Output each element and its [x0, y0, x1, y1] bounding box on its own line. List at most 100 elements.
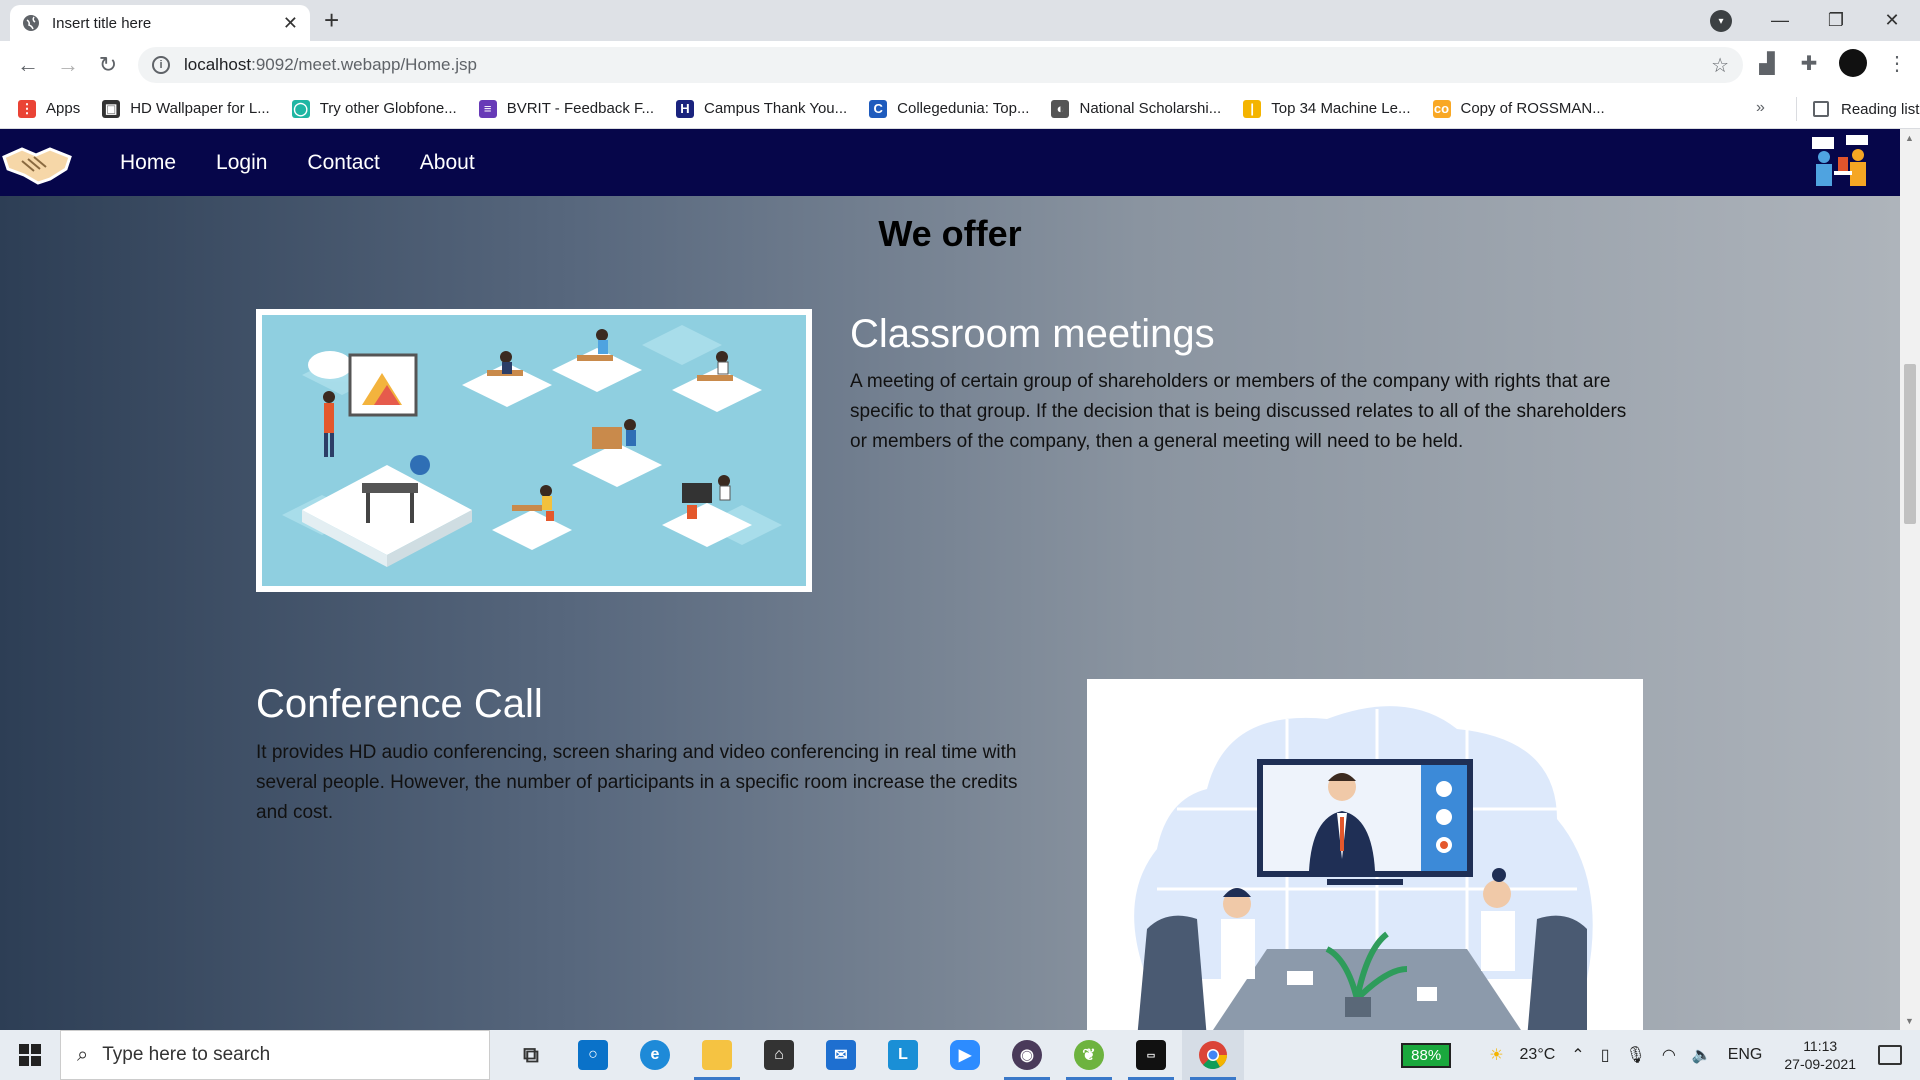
taskbar-app-l[interactable]: L — [872, 1030, 934, 1080]
bookmarks-overflow-chevron-icon[interactable]: » — [1756, 99, 1765, 117]
taskbar-app-cortana[interactable]: ○ — [562, 1030, 624, 1080]
weather-temperature[interactable]: 23°C — [1520, 1046, 1556, 1064]
taskbar-app-eclipse[interactable]: ◉ — [996, 1030, 1058, 1080]
restore-button[interactable]: ❐ — [1808, 10, 1864, 31]
bookmark-favicon-icon: ▣ — [102, 99, 121, 118]
bookmark-item[interactable]: C Collegedunia: Top... — [869, 99, 1030, 118]
window-controls: — ❐ ✕ — [1752, 0, 1920, 41]
window-close-button[interactable]: ✕ — [1864, 10, 1920, 31]
address-bar[interactable]: i localhost:9092/meet.webapp/Home.jsp ☆ — [138, 47, 1743, 83]
system-tray: 88% ☀ 23°C ⌃ ▯ 🎙 ◠ 🔈 ENG 11:13 27-09-202… — [1401, 1030, 1920, 1080]
bookmark-star-icon[interactable]: ☆ — [1711, 53, 1729, 78]
taskbar-search[interactable]: ⌕ Type here to search — [60, 1030, 490, 1080]
page-heading: We offer — [878, 213, 1022, 254]
taskbar-app-file-explorer[interactable] — [686, 1030, 748, 1080]
reading-list-icon — [1813, 101, 1829, 117]
taskbar-app-spring[interactable]: ❦ — [1058, 1030, 1120, 1080]
taskbar-app-zoom[interactable]: ▶ — [934, 1030, 996, 1080]
browser-tab[interactable]: Insert title here ✕ — [10, 5, 310, 41]
bookmark-favicon-icon: co — [1432, 99, 1451, 118]
site-info-icon[interactable]: i — [152, 56, 170, 74]
bookmark-label: Copy of ROSSMAN... — [1460, 100, 1605, 117]
task-view-button[interactable]: ⧉ — [500, 1030, 562, 1080]
weather-icon[interactable]: ☀ — [1489, 1045, 1503, 1065]
bookmark-label: Collegedunia: Top... — [897, 100, 1030, 117]
battery-indicator[interactable]: 88% — [1401, 1042, 1452, 1068]
bookmarks-bar: ⋮ Apps ▣ HD Wallpaper for L... ◯ Try other Gl… — [0, 89, 1920, 129]
bookmark-item[interactable]: | Top 34 Machine Le... — [1243, 99, 1411, 118]
extensions-puzzle-icon[interactable]: ✚ — [1797, 51, 1821, 76]
windows-taskbar: ⌕ Type here to search ⧉ ○ e ⌂ ✉ L ▶ ◉ ❦ … — [0, 1030, 1920, 1080]
store-bag-icon: ⌂ — [764, 1040, 794, 1070]
taskbar-apps: ⧉ ○ e ⌂ ✉ L ▶ ◉ ❦ ▭ — [500, 1030, 1244, 1080]
start-button[interactable] — [0, 1030, 60, 1080]
nav-contact[interactable]: Contact — [307, 151, 379, 175]
reading-list-button[interactable]: Reading list — [1796, 97, 1919, 121]
browser-tab-bar: Insert title here ✕ + ▾ — ❐ ✕ — [0, 0, 1920, 41]
bookmark-label: HD Wallpaper for L... — [130, 100, 270, 117]
nav-login[interactable]: Login — [216, 151, 267, 175]
reload-button[interactable]: ↻ — [88, 52, 128, 78]
chrome-icon — [1199, 1041, 1227, 1070]
taskbar-app-mail[interactable]: ✉ — [810, 1030, 872, 1080]
bookmark-item[interactable]: co Copy of ROSSMAN... — [1432, 99, 1605, 118]
nav-about[interactable]: About — [420, 151, 475, 175]
tab-title: Insert title here — [52, 14, 152, 32]
show-hidden-icons-chevron-icon[interactable]: ⌃ — [1571, 1045, 1584, 1065]
taskbar-app-chrome[interactable] — [1182, 1030, 1244, 1080]
device-icon[interactable]: ▯ — [1601, 1045, 1610, 1065]
minimize-button[interactable]: — — [1752, 10, 1808, 31]
tab-search-icon[interactable]: ▾ — [1710, 10, 1732, 32]
l-app-icon: L — [888, 1040, 918, 1070]
isometric-classroom-image — [262, 315, 806, 586]
taskbar-app-edge[interactable]: e — [624, 1030, 686, 1080]
classroom-meetings-title: Classroom meetings — [850, 312, 1215, 356]
mysql-terminal-icon: ▭ — [1136, 1040, 1166, 1070]
language-indicator[interactable]: ENG — [1728, 1046, 1763, 1064]
tab-close-icon[interactable]: ✕ — [283, 13, 298, 34]
bookmark-item[interactable]: ▣ HD Wallpaper for L... — [102, 99, 270, 118]
leaf-icon: ❦ — [1074, 1040, 1104, 1070]
scroll-down-arrow-icon[interactable]: ▼ — [1905, 1016, 1914, 1026]
mail-icon: ✉ — [826, 1040, 856, 1070]
scroll-up-arrow-icon[interactable]: ▲ — [1905, 133, 1914, 143]
bookmark-label: Campus Thank You... — [704, 100, 848, 117]
forward-button[interactable]: → — [48, 52, 88, 78]
conference-call-text: It provides HD audio conferencing, scree… — [256, 742, 1018, 823]
classroom-meetings-illustration — [256, 309, 812, 592]
nav-home[interactable]: Home — [120, 151, 176, 175]
taskbar-app-mysql[interactable]: ▭ — [1120, 1030, 1182, 1080]
scrollbar-thumb[interactable] — [1904, 364, 1916, 524]
bookmark-item[interactable]: H Campus Thank You... — [676, 99, 848, 118]
menu-kebab-icon[interactable]: ⋮ — [1885, 51, 1909, 76]
zoom-camera-icon: ▶ — [950, 1040, 980, 1070]
bookmark-item[interactable]: ◯ Try other Globfone... — [291, 99, 457, 118]
stats-extension-icon[interactable]: ▟ — [1755, 51, 1779, 76]
cortana-icon: ○ — [578, 1040, 608, 1070]
eclipse-icon: ◉ — [1012, 1040, 1042, 1070]
new-tab-button[interactable]: + — [324, 7, 339, 33]
bookmark-item[interactable]: ◐ National Scholarshi... — [1051, 99, 1221, 118]
taskbar-app-store[interactable]: ⌂ — [748, 1030, 810, 1080]
notification-center-icon[interactable] — [1878, 1045, 1902, 1065]
system-clock[interactable]: 11:13 27-09-2021 — [1784, 1037, 1856, 1073]
wifi-icon[interactable]: ◠ — [1662, 1045, 1676, 1065]
handshake-logo-icon[interactable] — [0, 135, 76, 191]
back-button[interactable]: ← — [8, 52, 48, 78]
toolbar-actions: ▟ ✚ ⋮ — [1755, 49, 1909, 77]
bookmark-item[interactable]: ⋮ Apps — [18, 99, 80, 118]
page-scrollbar[interactable]: ▲ ▼ — [1900, 129, 1920, 1030]
volume-icon[interactable]: 🔈 — [1692, 1045, 1712, 1065]
globe-icon — [23, 15, 39, 31]
url-text[interactable]: localhost:9092/meet.webapp/Home.jsp — [184, 55, 477, 75]
microphone-icon[interactable]: 🎙 — [1626, 1045, 1646, 1065]
site-navbar: Home Login Contact About — [0, 129, 1900, 196]
bookmark-favicon-icon: | — [1243, 99, 1262, 118]
bookmark-item[interactable]: ≡ BVRIT - Feedback F... — [478, 99, 654, 118]
profile-avatar[interactable] — [1839, 49, 1867, 77]
bookmark-label: Top 34 Machine Le... — [1271, 100, 1411, 117]
search-icon: ⌕ — [77, 1043, 89, 1066]
url-host: localhost — [184, 55, 252, 74]
video-conference-image — [1087, 679, 1643, 1030]
bookmark-label: Try other Globfone... — [319, 100, 457, 117]
